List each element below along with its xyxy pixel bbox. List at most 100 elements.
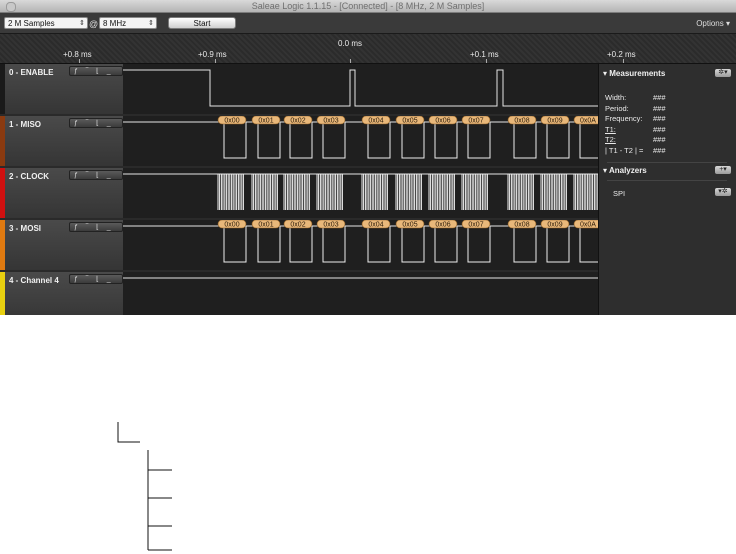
data-pulse (223, 226, 247, 263)
start-button[interactable]: Start (168, 17, 236, 29)
clock-burst (361, 174, 388, 210)
trace-waveform (123, 69, 598, 107)
decoded-byte-bubble[interactable]: 0x00 (217, 115, 247, 125)
trigger-buttons[interactable]: ƒ ‾ ⌊ _ (69, 274, 123, 284)
divider (607, 162, 727, 163)
updown-arrow-icon: ⇕ (148, 20, 154, 27)
trace-waveform (123, 173, 600, 210)
channel-row[interactable]: 1 - MISO ƒ ‾ ⌊ _ 0x00 0x01 0x02 0x03 0x04 0x05 0… (0, 115, 603, 166)
gear-icon[interactable]: ▾✲ (715, 188, 731, 196)
ruler-tick (79, 59, 80, 63)
channel-row[interactable]: 0 - ENABLE ƒ ‾ ⌊ _ (0, 64, 598, 114)
decoded-byte-label: 0x07 (468, 118, 483, 125)
trigger-buttons[interactable]: ƒ ‾ ⌊ _ (69, 118, 123, 128)
channel-label-panel[interactable]: 4 - Channel 4 ƒ ‾ ⌊ _ (5, 272, 124, 315)
measurement-key: | T1 - T2 | = (605, 145, 644, 155)
decoded-byte-bubble[interactable]: 0x04 (361, 219, 391, 229)
decoded-byte-bubble[interactable]: 0x05 (395, 219, 425, 229)
decoded-byte-bubble[interactable]: 0x07 (461, 115, 491, 125)
data-pulse (367, 122, 391, 159)
measurement-value: ### (653, 135, 666, 144)
decoded-byte-bubble[interactable]: 0x04 (361, 115, 391, 125)
decoded-byte-bubble[interactable]: 0x05 (395, 115, 425, 125)
clock-burst (316, 174, 343, 210)
decoded-byte-bubble[interactable]: 0x08 (507, 219, 537, 229)
clock-burst (283, 174, 310, 210)
decoded-byte-bubble[interactable]: 0x03 (316, 219, 346, 229)
waveform-line (123, 69, 598, 107)
data-pulse (257, 226, 281, 263)
measurement-key: Frequency: (605, 114, 643, 123)
decoded-byte-label: 0x01 (258, 118, 273, 125)
decoded-byte-bubble[interactable]: 0x03 (316, 115, 346, 125)
decoded-byte-bubble[interactable]: 0x02 (283, 219, 313, 229)
channel-row[interactable]: 3 - MOSI ƒ ‾ ⌊ _ 0x00 0x01 0x02 0x03 0x04 0x05 0… (0, 219, 603, 270)
analyzer-name: SPI (613, 189, 626, 198)
side-panel: ▾ Measurements ✲▾ Width: ### Period: ### Fre… (598, 64, 736, 315)
window-title: Saleae Logic 1.1.15 - [Connected] - [8 M… (251, 1, 485, 11)
decoded-byte-bubble[interactable]: 0x0A (573, 219, 603, 229)
rate-select[interactable]: 8 MHz ⇕ (99, 17, 157, 29)
decoded-byte-bubble[interactable]: 0x09 (540, 219, 570, 229)
decoded-byte-label: 0x08 (514, 222, 529, 229)
decoded-byte-label: 0x00 (224, 118, 239, 125)
clock-burst (251, 174, 278, 210)
clock-burst (217, 174, 244, 210)
ruler-tick (215, 59, 216, 63)
channel-trace[interactable]: 0x00 0x01 0x02 0x03 0x04 0x05 0x06 0x07 0x08 0x09… (123, 219, 603, 270)
decoded-byte-bubble[interactable]: 0x00 (217, 219, 247, 229)
decoded-byte-bubble[interactable]: 0x01 (251, 219, 281, 229)
data-pulse (223, 122, 247, 159)
trigger-buttons[interactable]: ƒ ‾ ⌊ _ (69, 66, 123, 76)
channel-label-panel[interactable]: 3 - MOSI ƒ ‾ ⌊ _ (5, 220, 124, 270)
time-ruler[interactable]: 0.0 ms +0.8 ms +0.9 ms +0.1 ms +0.2 ms (0, 34, 736, 64)
window-close-icon[interactable] (6, 2, 16, 12)
trigger-buttons[interactable]: ƒ ‾ ⌊ _ (69, 170, 123, 180)
channel-label-panel[interactable]: 2 - CLOCK ƒ ‾ ⌊ _ (5, 168, 124, 218)
decoded-byte-label: 0x0A (580, 222, 596, 229)
channel-name: 2 - CLOCK (9, 172, 49, 181)
data-pulse (289, 122, 313, 159)
decoded-byte-bubble[interactable]: 0x06 (428, 115, 458, 125)
divider (607, 180, 727, 181)
analyzers-header[interactable]: ▾ Analyzers (603, 166, 647, 175)
channel-row[interactable]: 2 - CLOCK ƒ ‾ ⌊ _ (0, 168, 600, 218)
decoded-byte-label: 0x04 (368, 222, 383, 229)
decoded-byte-bubble[interactable]: 0x02 (283, 115, 313, 125)
data-pulse (467, 122, 491, 159)
trigger-buttons[interactable]: ƒ ‾ ⌊ _ (69, 222, 123, 232)
ruler-label: +0.1 ms (470, 50, 499, 59)
decoded-byte-label: 0x03 (323, 222, 338, 229)
decoded-byte-label: 0x05 (402, 118, 417, 125)
add-analyzer-button[interactable]: +▾ (715, 166, 731, 174)
data-pulse (513, 122, 537, 159)
decoded-byte-bubble[interactable]: 0x09 (540, 115, 570, 125)
decoded-byte-bubble[interactable]: 0x07 (461, 219, 491, 229)
analyzers-title: Analyzers (608, 166, 647, 175)
gear-icon[interactable]: ✲▾ (715, 69, 731, 77)
tree-root-branch (117, 422, 140, 443)
measurement-key: T2: (605, 135, 616, 144)
options-menu[interactable]: Options ▾ (696, 19, 730, 28)
clock-burst (540, 174, 567, 210)
channel-row[interactable]: 4 - Channel 4 ƒ ‾ ⌊ _ (0, 272, 598, 315)
channel-label-panel[interactable]: 1 - MISO ƒ ‾ ⌊ _ (5, 116, 124, 166)
channel-trace[interactable] (123, 64, 598, 114)
decoded-byte-bubble[interactable]: 0x08 (507, 115, 537, 125)
decoded-byte-bubble[interactable]: 0x0A (573, 115, 603, 125)
channel-trace[interactable]: 0x00 0x01 0x02 0x03 0x04 0x05 0x06 0x07 0x08 0x09… (123, 115, 603, 166)
samples-select[interactable]: 2 M Samples ⇕ (4, 17, 88, 29)
channel-trace[interactable] (123, 168, 600, 218)
clock-burst (507, 174, 534, 210)
channel-label-panel[interactable]: 0 - ENABLE ƒ ‾ ⌊ _ (5, 64, 124, 114)
measurements-header[interactable]: ▾ Measurements (603, 69, 665, 78)
rate-value: 8 MHz (103, 19, 127, 28)
decoded-byte-bubble[interactable]: 0x06 (428, 219, 458, 229)
data-pulse (289, 226, 313, 263)
channel-trace[interactable] (123, 272, 598, 315)
decoded-byte-bubble[interactable]: 0x01 (251, 115, 281, 125)
measurement-value: ### (653, 114, 666, 123)
ruler-tick (350, 59, 351, 63)
decoded-byte-label: 0x09 (547, 118, 562, 125)
ruler-label: +0.8 ms (63, 50, 92, 59)
